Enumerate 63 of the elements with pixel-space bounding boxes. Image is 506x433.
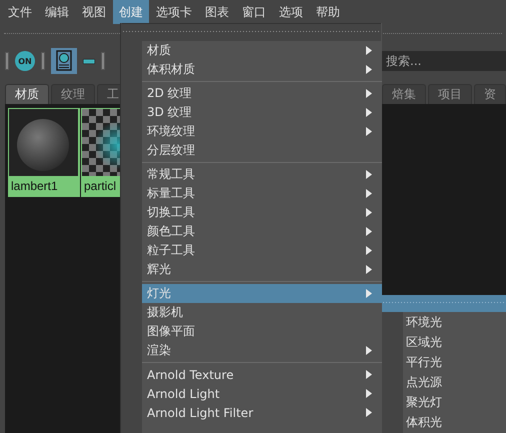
search-field[interactable]: 搜索...: [382, 51, 506, 71]
submenu-arrow-icon: [366, 189, 372, 198]
menu-item[interactable]: 粒子工具: [142, 241, 382, 260]
menu-bar-item[interactable]: 选项: [273, 0, 309, 24]
submenu-arrow-icon: [366, 346, 372, 355]
submenu-arrow-icon: [366, 127, 372, 136]
menu-item[interactable]: 辉光: [142, 260, 382, 279]
menu-item[interactable]: 3D 纹理: [142, 103, 382, 122]
tab[interactable]: 材质: [5, 84, 49, 104]
menu-item[interactable]: Arnold Texture: [142, 365, 382, 384]
menu-item[interactable]: 材质: [142, 41, 382, 60]
material-swatch[interactable]: lambert1: [8, 108, 80, 197]
menu-item[interactable]: 体积光: [382, 412, 506, 432]
swatch-label: lambert1: [10, 178, 59, 195]
submenu-arrow-icon: [366, 246, 372, 255]
submenu-arrow-icon: [366, 108, 372, 117]
submenu-arrow-icon: [366, 370, 372, 379]
menu-bar-item[interactable]: 窗口: [236, 0, 272, 24]
menu-bar-item[interactable]: 文件: [2, 0, 38, 24]
tab[interactable]: 纹理: [51, 84, 95, 104]
tab[interactable]: 项目: [428, 84, 472, 104]
menu-bar-item[interactable]: 帮助: [310, 0, 346, 24]
swatch-display-icon[interactable]: [51, 48, 77, 74]
menu-bar-item[interactable]: 图表: [199, 0, 235, 24]
menu-item[interactable]: 聚光灯: [382, 392, 506, 412]
submenu-arrow-icon: [366, 89, 372, 98]
menu-item[interactable]: 分层纹理: [142, 141, 382, 160]
menu-item[interactable]: 体积材质: [142, 60, 382, 79]
menu-item[interactable]: 切换工具: [142, 203, 382, 222]
menu-item[interactable]: 灯光: [142, 284, 382, 303]
menu-item[interactable]: 图像平面: [142, 322, 382, 341]
menu-bar-item[interactable]: 视图: [76, 0, 112, 24]
submenu-arrow-icon: [366, 408, 372, 417]
menu-item[interactable]: 摄影机: [142, 303, 382, 322]
submenu-arrow-icon: [366, 289, 372, 298]
submenu-arrow-icon: [366, 389, 372, 398]
menu-bar-item[interactable]: 编辑: [39, 0, 75, 24]
menu-item[interactable]: 点光源: [382, 372, 506, 392]
menu-item[interactable]: 颜色工具: [142, 222, 382, 241]
menu-item[interactable]: 环境光: [382, 312, 506, 332]
minus-icon[interactable]: [83, 58, 95, 64]
menu-bar-item[interactable]: 选项卡: [150, 0, 198, 24]
menu-item[interactable]: Arnold Light: [142, 384, 382, 403]
menu-item[interactable]: 渲染: [142, 341, 382, 360]
menu-item[interactable]: 常规工具: [142, 165, 382, 184]
menu-item[interactable]: Arnold Light Filter: [142, 403, 382, 422]
submenu-arrow-icon: [366, 208, 372, 217]
swatch-label: particl: [83, 178, 118, 195]
menu-item[interactable]: 标量工具: [142, 184, 382, 203]
tab[interactable]: 资: [474, 84, 506, 104]
material-swatch[interactable]: particl: [81, 108, 120, 197]
tab[interactable]: 焙集: [382, 84, 426, 104]
menu-item[interactable]: 环境纹理: [142, 122, 382, 141]
menu-item[interactable]: 区域光: [382, 332, 506, 352]
submenu-arrow-icon: [366, 265, 372, 274]
submenu-arrow-icon: [366, 65, 372, 74]
submenu-arrow-icon: [366, 227, 372, 236]
menu-item[interactable]: 2D 纹理: [142, 84, 382, 103]
submenu-arrow-icon: [366, 46, 372, 55]
on-toggle-button[interactable]: ON: [15, 51, 35, 71]
menu-item[interactable]: 平行光: [382, 352, 506, 372]
submenu-arrow-icon: [366, 170, 372, 179]
menu-bar-item[interactable]: 创建: [113, 0, 149, 24]
